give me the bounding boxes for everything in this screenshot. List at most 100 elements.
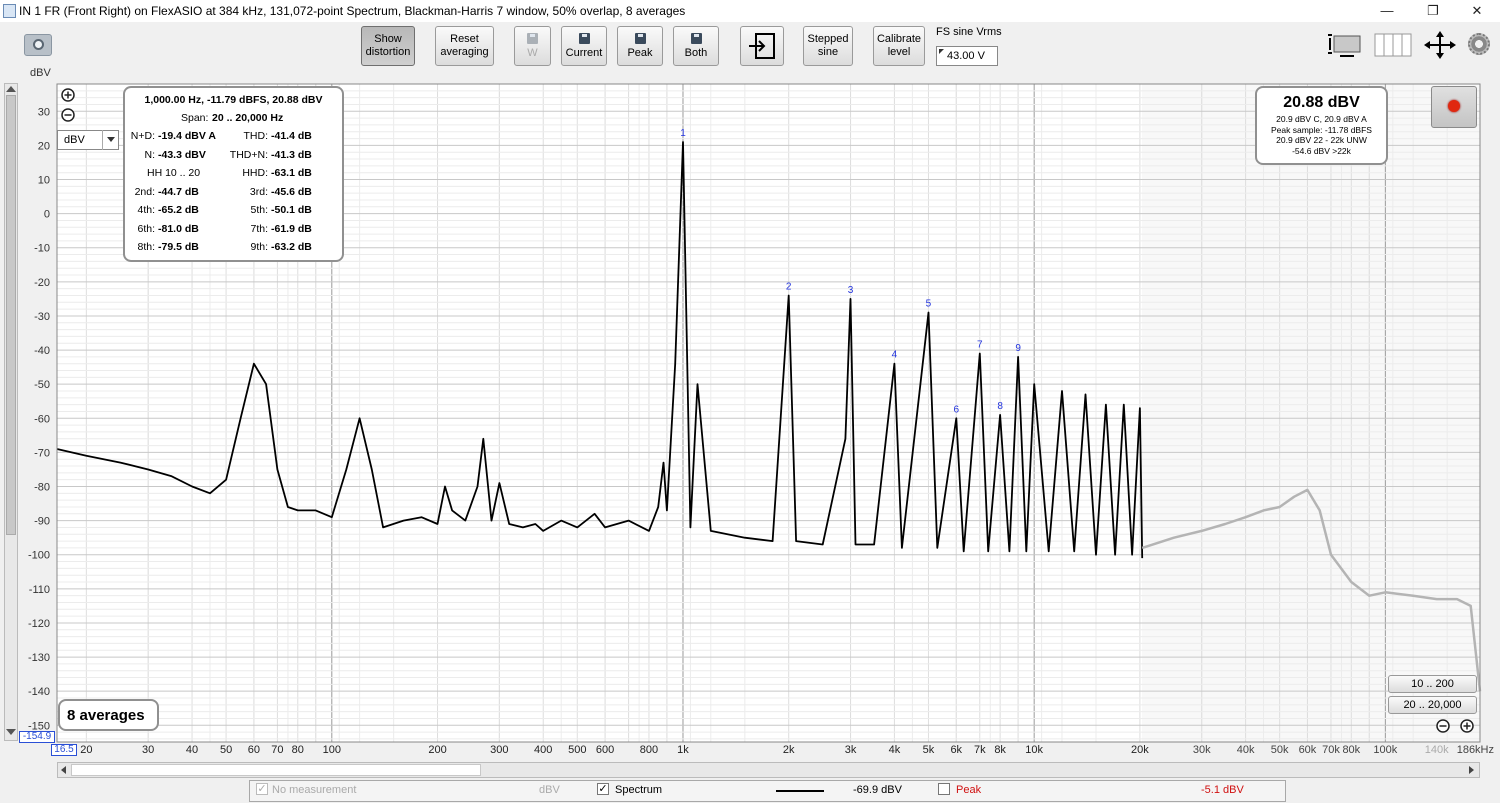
level-main: 20.88 dBV — [1283, 94, 1360, 111]
scroll-right-icon[interactable] — [1469, 766, 1474, 774]
x-tick-label: 40k — [1237, 744, 1255, 756]
y-tick-label: -50 — [34, 379, 50, 391]
x-tick-label: 20 — [80, 744, 92, 756]
x-tick-label: 20k — [1131, 744, 1149, 756]
x-tick-label: 5k — [923, 744, 935, 756]
no-measurement-checkbox[interactable]: ✓ — [256, 783, 268, 795]
distortion-label: 2nd: — [134, 185, 155, 198]
x-zoom-in-icon[interactable] — [1460, 719, 1474, 733]
x-tick-label: 2k — [783, 744, 795, 756]
x-tick-labels: 20 30 40 50 60 70 80 100 200 300 400 500 600 800 1k 2k 3… — [80, 744, 1494, 756]
y-tick-label: -80 — [34, 482, 50, 494]
distortion-value: -43.3 dBV — [158, 148, 206, 161]
distortion-row: N+D: -19.4 dBV A THD: -41.4 dB — [125, 130, 342, 148]
distortion-value: -41.4 dB — [271, 130, 312, 142]
x-tick-label: 4k — [889, 744, 901, 756]
x-tick-label: 500 — [568, 744, 586, 756]
distortion-label: 4th: — [137, 204, 155, 216]
y-tick-label: -70 — [34, 447, 50, 459]
x-tick-label: 60k — [1299, 744, 1317, 756]
distortion-label: 3rd: — [249, 185, 268, 198]
y-tick-label: -60 — [34, 413, 50, 425]
y-tick-labels: 30 20 10 0 -10 -20 -30 -40 -50 -60 -70 -80 -90 -100 -1… — [28, 106, 50, 732]
y-tick-label: -130 — [28, 652, 50, 664]
level-line: 20.9 dBV 22 - 22k UNW — [1276, 135, 1367, 145]
x-tick-label: 80 — [292, 744, 304, 756]
x-tick-label: 10k — [1025, 744, 1043, 756]
x-tick-label: 3k — [845, 744, 857, 756]
x-tick-label: 40 — [186, 744, 198, 756]
distortion-row: 6th: -81.0 dB 7th: -61.9 dB — [125, 223, 342, 241]
no-measurement-unit: dBV — [539, 784, 560, 796]
range-20-20000-button[interactable]: 20 .. 20,000 — [1388, 696, 1477, 714]
distortion-label: 8th: — [137, 241, 155, 253]
harmonic-marker-label: 5 — [926, 299, 932, 310]
x-tick-label: 1k — [677, 744, 689, 756]
distortion-label: 9th: — [250, 241, 268, 253]
scroll-left-icon[interactable] — [61, 766, 66, 774]
distortion-panel: 1,000.00 Hz, -11.79 dBFS, 20.88 dBV Span… — [123, 86, 344, 262]
distortion-value: -81.0 dB — [158, 222, 199, 235]
distortion-label: 6th: — [137, 222, 155, 235]
x-tick-label: 70 — [271, 744, 283, 756]
y-tick-label: -90 — [34, 516, 50, 528]
y-tick-label: 10 — [38, 175, 50, 187]
distortion-value: -61.9 dB — [271, 222, 312, 235]
distortion-label: THD+N: — [229, 148, 268, 161]
legend-bar — [249, 780, 1286, 802]
x-min-readout[interactable]: 16.5 — [51, 744, 77, 756]
x-tick-label: 6k — [950, 744, 962, 756]
peak-checkbox[interactable] — [938, 783, 950, 795]
distortion-label: HH 10 .. 20 — [147, 167, 201, 179]
x-tick-label: 140k — [1425, 744, 1449, 756]
chevron-down-icon[interactable] — [102, 130, 119, 150]
x-tick-label: 186kHz — [1457, 744, 1494, 756]
spectrum-line-swatch — [776, 790, 824, 792]
no-measurement-label: No measurement — [272, 784, 357, 796]
x-tick-label: 30 — [142, 744, 154, 756]
record-icon — [1448, 100, 1460, 112]
zoom-in-icon[interactable] — [61, 88, 75, 102]
range-10-200-button[interactable]: 10 .. 200 — [1388, 675, 1477, 693]
distortion-value: -50.1 dB — [271, 204, 312, 216]
span-label: Span: — [181, 112, 209, 124]
y-min-readout[interactable]: -154.9 — [19, 731, 55, 743]
level-panel: 20.88 dBV 20.9 dBV C, 20.9 dBV A Peak sa… — [1255, 86, 1388, 165]
distortion-value: -45.6 dB — [271, 185, 312, 198]
x-tick-label: 400 — [534, 744, 552, 756]
distortion-value: -79.5 dB — [158, 241, 199, 253]
harmonic-marker-label: 4 — [892, 350, 898, 361]
level-line: -54.6 dBV >22k — [1292, 145, 1351, 156]
horizontal-scroll-thumb[interactable] — [71, 764, 481, 776]
y-tick-label: 0 — [44, 209, 50, 221]
y-tick-label: -10 — [34, 243, 50, 255]
zoom-out-icon[interactable] — [61, 108, 75, 122]
level-line: Peak sample: -11.78 dBFS — [1271, 124, 1372, 135]
distortion-label: 5th: — [250, 204, 268, 216]
peak-label: Peak — [956, 784, 982, 796]
spectrum-checkbox[interactable]: ✓ — [597, 783, 609, 795]
x-zoom-controls — [1436, 719, 1474, 733]
x-tick-label: 300 — [490, 744, 508, 756]
harmonic-marker-label: 2 — [786, 281, 792, 292]
x-tick-label: 50 — [220, 744, 232, 756]
distortion-value: -63.1 dB — [271, 167, 312, 179]
distortion-value: -63.2 dB — [271, 241, 312, 253]
distortion-label: N: — [144, 148, 156, 161]
x-tick-label: 70k — [1322, 744, 1340, 756]
x-tick-label: 100k — [1373, 744, 1397, 756]
y-tick-label: -40 — [34, 345, 50, 357]
x-tick-label: 8k — [994, 744, 1006, 756]
x-zoom-out-icon[interactable] — [1436, 719, 1450, 733]
distortion-label: 7th: — [250, 222, 268, 235]
span-value: 20 .. 20,000 Hz — [212, 112, 284, 124]
distortion-value: -19.4 dBV A — [158, 130, 216, 142]
y-tick-label: -140 — [28, 686, 50, 698]
distortion-row: 8th: -79.5 dB 9th: -63.2 dB — [125, 241, 342, 259]
spectrum-value: -69.9 dBV — [853, 784, 902, 796]
harmonic-marker-label: 6 — [953, 404, 959, 415]
harmonic-marker-label: 9 — [1015, 343, 1021, 354]
y-tick-label: 30 — [38, 106, 50, 118]
x-tick-label: 80k — [1342, 744, 1360, 756]
y-tick-label: -30 — [34, 311, 50, 323]
